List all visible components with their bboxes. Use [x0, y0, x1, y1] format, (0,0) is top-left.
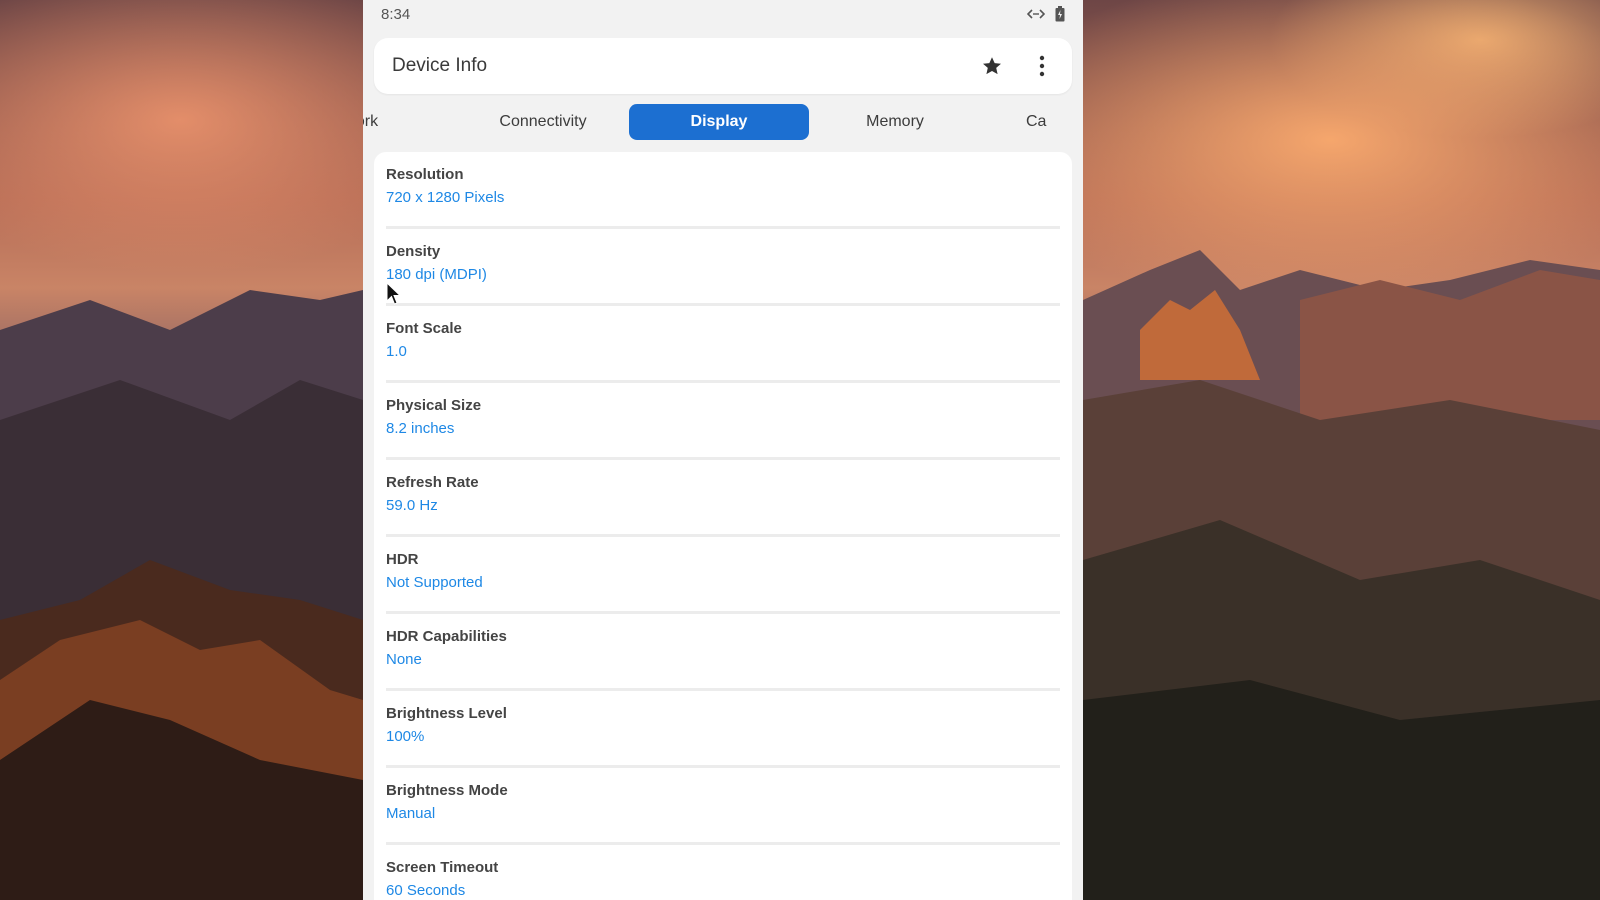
- mouse-pointer-icon: [386, 281, 402, 311]
- item-label: HDR Capabilities: [386, 628, 507, 645]
- item-label: Density: [386, 243, 441, 260]
- item-value: None: [386, 651, 422, 668]
- status-time: 8:34: [381, 5, 411, 23]
- item-label: Font Scale: [386, 320, 462, 337]
- item-value: 100%: [386, 728, 425, 745]
- item-value: 1.0: [386, 343, 407, 360]
- tab-memory[interactable]: Memory: [805, 104, 985, 140]
- list-item[interactable]: Density 180 dpi (MDPI): [386, 229, 1060, 306]
- item-value: 59.0 Hz: [386, 497, 438, 514]
- item-label: Resolution: [386, 166, 464, 183]
- display-info-list: Resolution 720 x 1280 Pixels Density 180…: [374, 152, 1072, 900]
- item-label: Physical Size: [386, 397, 482, 414]
- more-vert-icon[interactable]: [1030, 54, 1054, 78]
- item-value: 8.2 inches: [386, 420, 455, 437]
- tab-connectivity[interactable]: Connectivity: [453, 104, 633, 140]
- item-label: Refresh Rate: [386, 474, 479, 491]
- link-arrows-icon: [1027, 8, 1045, 20]
- item-value: 720 x 1280 Pixels: [386, 189, 505, 206]
- list-item[interactable]: Physical Size 8.2 inches: [386, 383, 1060, 460]
- list-item[interactable]: Font Scale 1.0: [386, 306, 1060, 383]
- item-label: Screen Timeout: [386, 859, 499, 876]
- item-label: Brightness Level: [386, 705, 507, 722]
- list-item[interactable]: Brightness Mode Manual: [386, 768, 1060, 845]
- list-item[interactable]: Brightness Level 100%: [386, 691, 1060, 768]
- list-item[interactable]: HDR Capabilities None: [386, 614, 1060, 691]
- list-item[interactable]: Screen Timeout 60 Seconds: [386, 845, 1060, 900]
- tab-camera[interactable]: Ca: [1026, 104, 1066, 140]
- item-value: Manual: [386, 805, 436, 822]
- status-bar: 8:34: [363, 0, 1083, 28]
- list-item[interactable]: HDR Not Supported: [386, 537, 1060, 614]
- item-label: HDR: [386, 551, 419, 568]
- app-title: Device Info: [392, 55, 488, 76]
- app-window: 8:34 Device Info rk Connectivity Display…: [363, 0, 1083, 900]
- item-value: Not Supported: [386, 574, 483, 591]
- tab-network[interactable]: ork: [363, 104, 457, 140]
- star-icon[interactable]: [980, 54, 1004, 78]
- list-item[interactable]: Refresh Rate 59.0 Hz: [386, 460, 1060, 537]
- tab-bar: ork Connectivity Display Memory Ca: [363, 104, 1083, 140]
- tab-display[interactable]: Display: [629, 104, 809, 140]
- app-bar: Device Info: [374, 38, 1072, 94]
- item-value: 60 Seconds: [386, 882, 466, 899]
- list-item[interactable]: Resolution 720 x 1280 Pixels: [386, 152, 1060, 229]
- item-label: Brightness Mode: [386, 782, 508, 799]
- battery-icon: [1055, 6, 1065, 22]
- item-value: 180 dpi (MDPI): [386, 266, 487, 283]
